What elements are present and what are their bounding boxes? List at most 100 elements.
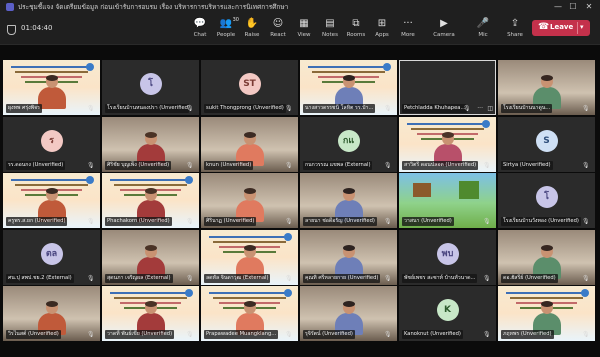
participant-tile[interactable]: รรร.ดอนกง (Unverified) 🎙 xyxy=(3,117,100,172)
mic-muted-icon: 🎙 xyxy=(582,218,590,225)
participant-tile[interactable]: ภฤหพร (Unverified) 🎙 xyxy=(498,286,595,341)
leave-label: Leave xyxy=(550,23,574,31)
participant-tile[interactable]: วิรไนสต์ (Unverified) 🎙 xyxy=(3,286,100,341)
rooms-label: Rooms xyxy=(346,32,366,38)
participant-name: sukit Thongprong (Unverified) xyxy=(204,104,286,113)
mic-muted-icon: 🎙 xyxy=(384,331,392,338)
participant-name: Phachakorn (Unverified) xyxy=(105,217,172,226)
participant-name: ศิรินาฏ (Unverified) xyxy=(204,217,257,226)
participant-tile[interactable]: ศิริชัย บุญเพ็ง (Unverified) 🎙 xyxy=(102,117,199,172)
participant-name: โรงเรียนบ้านนาดูน... xyxy=(501,104,553,113)
participant-tile[interactable]: ดอ.ฮัสรีย์ (Unverified) 🎙 xyxy=(498,230,595,285)
mic-button[interactable]: 🎤 Mic xyxy=(468,17,498,43)
participant-tile[interactable]: S Sirtya (Unverified) 🎙 xyxy=(498,117,595,172)
chat-button[interactable]: 💬 Chat xyxy=(187,17,213,43)
rooms-button[interactable]: ⧉ Rooms xyxy=(343,17,369,43)
participant-tile[interactable]: กแ กนกวรรณ แขพล (External) 🎙 xyxy=(300,117,397,172)
view-icon: ▦ xyxy=(299,18,309,29)
participant-tile[interactable]: คุณทิ ศรีหลายกาย (Unverified) 🎙 xyxy=(300,230,397,285)
participant-name: คุณทิ ศรีหลายกาย (Unverified) xyxy=(303,274,381,283)
participant-tile[interactable]: วาสนา (Unverified) 🎙 xyxy=(399,173,496,228)
pin-icon[interactable]: ◫ xyxy=(487,104,493,113)
participant-tile[interactable]: สาวิตรี ดอนปลอด (Unverified) 🎙 xyxy=(399,117,496,172)
participant-avatar: ST xyxy=(238,72,261,95)
participant-tile[interactable]: Phachakorn (Unverified) 🎙 xyxy=(102,173,199,228)
camera-button[interactable]: ▶ Camera xyxy=(429,17,459,43)
participant-tile[interactable]: โโรงเรียนบ้านหนองปรา (Unverified) 🎙 xyxy=(102,60,199,115)
slide-text-line xyxy=(506,292,587,294)
participant-tile[interactable]: ผุงทพ ศรุ่งพิจร 🎙 xyxy=(3,60,100,115)
participant-tile[interactable]: ลดหัล จินดาวุฒ (External) 🎙 xyxy=(201,230,298,285)
slide-text-line xyxy=(11,179,92,181)
participant-tile[interactable]: Prapawadee Muangklang... 🎙 xyxy=(201,286,298,341)
mic-muted-icon: 🎙 xyxy=(582,162,590,169)
people-button[interactable]: 👥 30 People xyxy=(213,17,239,43)
leave-button[interactable]: ☎ Leave ▾ xyxy=(532,20,590,36)
participant-tile[interactable]: ครูพร.ส.ยก (Unverified) 🎙 xyxy=(3,173,100,228)
participant-name: ลดหัล จินดาวุฒ (External) xyxy=(204,274,271,283)
camera-icon: ▶ xyxy=(440,18,448,29)
figure-hair xyxy=(144,188,157,194)
figure-hair xyxy=(342,301,355,307)
mic-muted-icon: 🎙 xyxy=(483,331,491,338)
mic-muted-icon: 🎙 xyxy=(186,275,194,282)
participant-name: Sirtya (Unverified) xyxy=(501,161,553,170)
maximize-button[interactable]: ☐ xyxy=(567,1,579,13)
mic-muted-icon: 🎙 xyxy=(384,218,392,225)
slide-logo xyxy=(185,176,193,184)
phone-hangup-icon: ☎ xyxy=(538,22,550,32)
participant-tile[interactable]: ตล ศน.ปุ สพป.ชย.2 (External) 🎙 xyxy=(3,230,100,285)
react-label: React xyxy=(270,32,286,38)
slide-text-line xyxy=(114,297,187,299)
chevron-down-icon[interactable]: ▾ xyxy=(580,23,584,31)
chat-label: Chat xyxy=(193,32,207,38)
mic-muted-icon: 🎙 xyxy=(87,331,95,338)
participant-tile[interactable]: knun (Unverified) 🎙 xyxy=(201,117,298,172)
participant-tile[interactable]: สุดนภา เจริญผล (External) 🎙 xyxy=(102,230,199,285)
raise-hand-button[interactable]: ✋ Raise xyxy=(239,17,265,43)
participant-tile[interactable]: K Kanoknut (Unverified) 🎙 xyxy=(399,286,496,341)
mic-icon: 🎤 xyxy=(476,18,490,29)
leave-divider xyxy=(577,22,578,34)
participant-tile[interactable]: พบ พัชย์เพชร สะซาท์ บ้านหัวนาด... 🎙 xyxy=(399,230,496,285)
slide-text-line xyxy=(411,128,484,130)
slide-text-line xyxy=(15,184,88,186)
slide-text-line xyxy=(213,297,286,299)
participant-tile[interactable]: โโรงเรียนบ้านวังทอง (Unverified) 🎙 xyxy=(498,173,595,228)
participant-tile[interactable]: ลายนา ช่อดีอรัญ (Unverified) 🎙 xyxy=(300,173,397,228)
window-title: ประชุมชี้แจง จัดเตรียมข้อมูล ก่อนเข้ารับ… xyxy=(18,3,289,11)
mic-muted-icon: 🎙 xyxy=(483,162,491,169)
notes-button[interactable]: ▤ Notes xyxy=(317,17,343,43)
mic-muted-icon: 🎙 xyxy=(285,331,293,338)
teams-app-icon xyxy=(6,3,14,11)
slide-logo xyxy=(284,289,292,297)
notes-icon: ▤ xyxy=(325,18,335,29)
participant-avatar: พบ xyxy=(436,242,459,265)
apps-button[interactable]: ⊞ Apps xyxy=(369,17,395,43)
tile-more-icon[interactable]: ··· xyxy=(477,104,483,113)
figure-hair xyxy=(144,245,157,251)
participant-tile[interactable]: วาดที่ พันธ์เขีย (Unverified) 🎙 xyxy=(102,286,199,341)
participant-tile[interactable]: ST sukit Thongprong (Unverified) 🎙 xyxy=(201,60,298,115)
figure-hair xyxy=(45,301,58,307)
figure-hair xyxy=(441,132,454,138)
participant-name: สาวิตรี ดอนปลอด (Unverified) xyxy=(402,161,479,170)
share-button[interactable]: ⇪ Share xyxy=(502,17,528,43)
mic-muted-icon: 🎙 xyxy=(582,331,590,338)
view-button[interactable]: ▦ View xyxy=(291,17,317,43)
participant-tile[interactable]: รุจิรัตน์ (Unverified) 🎙 xyxy=(300,286,397,341)
more-button[interactable]: ··· More xyxy=(395,17,421,43)
slide-text-line xyxy=(110,179,191,181)
participant-avatar: โ xyxy=(535,185,558,208)
mic-muted-icon: 🎙 xyxy=(285,275,293,282)
minimize-button[interactable]: — xyxy=(552,1,564,13)
slide-text-line xyxy=(407,123,488,125)
react-button[interactable]: ☺ React xyxy=(265,17,291,43)
participant-tile[interactable]: นางสาวดรรชนี โลหิต รร.บ้า... 🎙 xyxy=(300,60,397,115)
participant-tile[interactable]: ศิรินาฏ (Unverified) 🎙 xyxy=(201,173,298,228)
participant-name: วาดที่ พันธ์เขีย (Unverified) xyxy=(105,330,175,339)
participant-tile[interactable]: Petchladda Khuhapea... 🎙 ··· ◫ xyxy=(399,60,496,115)
notes-label: Notes xyxy=(322,32,338,38)
close-window-button[interactable]: ✕ xyxy=(583,1,595,13)
participant-tile[interactable]: โรงเรียนบ้านนาดูน... 🎙 xyxy=(498,60,595,115)
